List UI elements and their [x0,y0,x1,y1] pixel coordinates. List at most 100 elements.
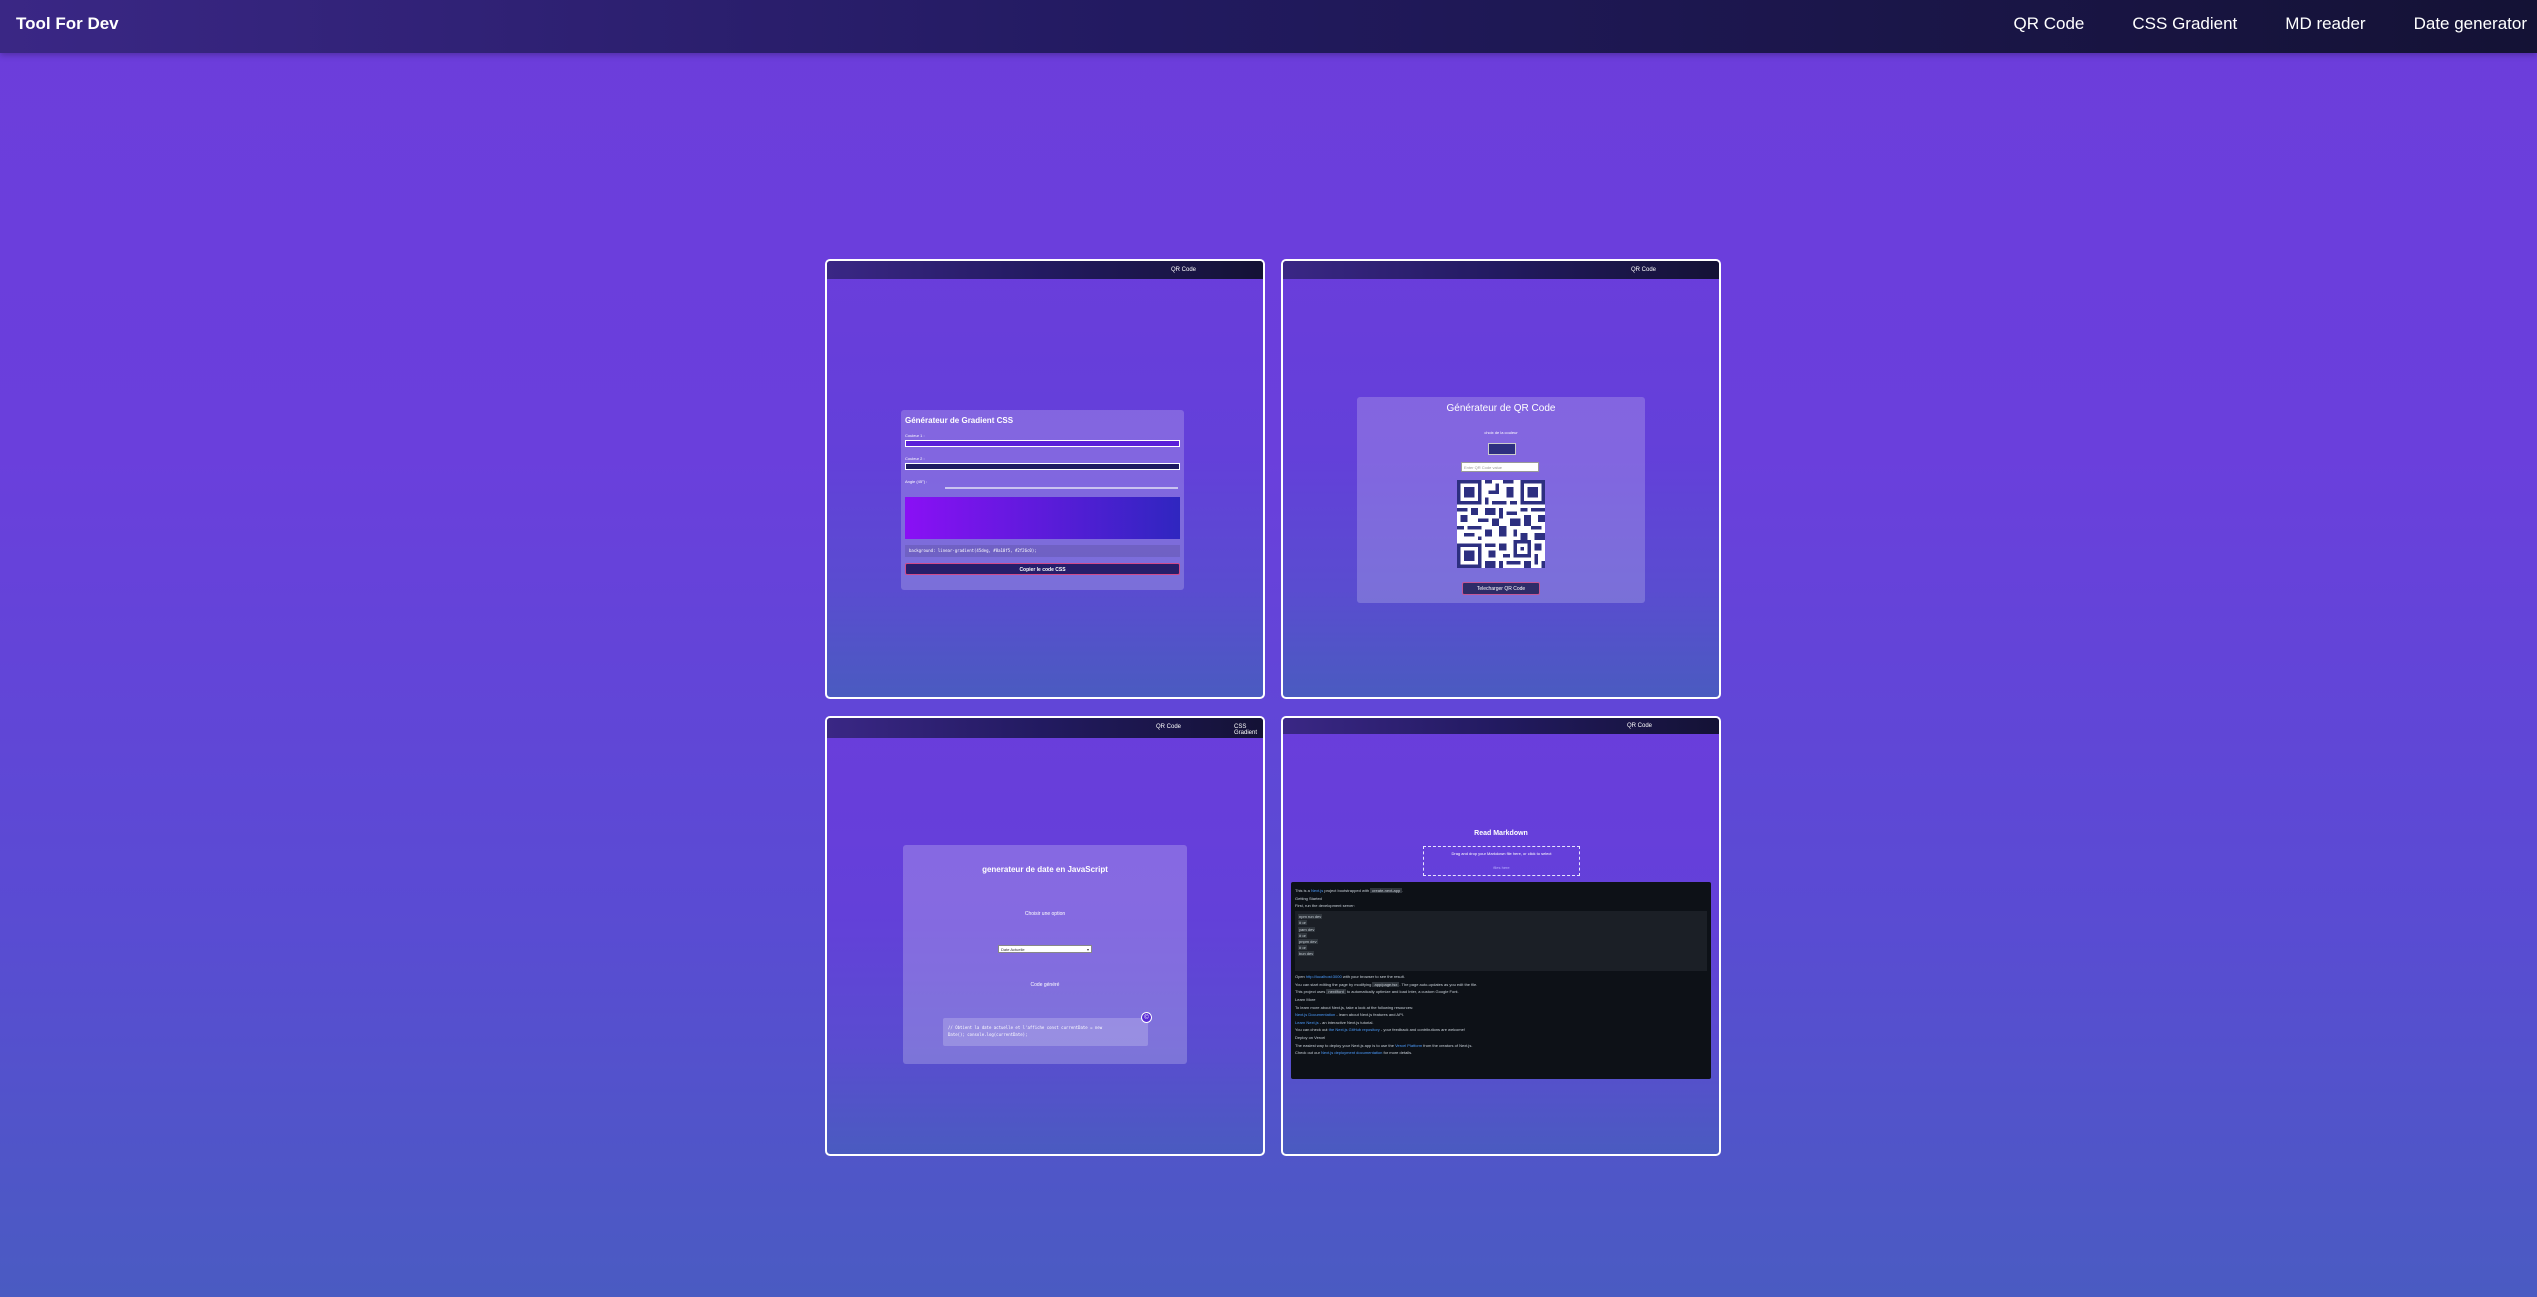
copy-code-icon[interactable]: © [1141,1012,1152,1023]
text: You can start editing the page by modify… [1295,981,1373,987]
markdown-dropzone[interactable]: Drag and drop your Markdown file here, o… [1423,846,1580,876]
mini-nav-link-qr-code: QR Code [1171,267,1197,273]
doc-paragraph: Check out our Next.js deployment documen… [1295,1050,1707,1055]
doc-code-block: npm run dev # or yarn dev # or pnpm dev … [1295,911,1707,972]
doc-paragraph: The easiest way to deploy your Next.js a… [1295,1043,1707,1048]
mini-nav-link-qr-code: QR Code [1631,267,1657,273]
generated-code-block: // Obtient la date actuelle et l'affiche… [943,1018,1148,1046]
qr-color-picker[interactable] [1488,443,1516,455]
code-line: # or [1298,932,1307,938]
inline-code: app/page.tsx [1372,981,1400,987]
doc-paragraph: This project uses next/font to automatic… [1295,989,1707,995]
text: Check out our [1295,1050,1322,1056]
link-nextjs-docs[interactable]: Next.js Documentation [1295,1012,1335,1017]
qr-value-input[interactable]: Enter QR Code value [1461,462,1539,472]
color2-input[interactable] [905,463,1180,470]
code-line: Date(); console.log(currentDate); [948,1032,1028,1037]
qr-title: Générateur de QR Code [1446,403,1556,414]
doc-paragraph: First, run the development server: [1295,903,1355,909]
text: The easiest way to deploy your Next.js a… [1295,1042,1396,1048]
color1-input[interactable] [905,440,1180,447]
text: This is a [1295,888,1312,893]
doc-intro: This is a Next.js project bootstrapped w… [1295,888,1707,893]
code-line: bun dev [1298,951,1315,957]
top-navbar: Tool For Dev QR Code CSS Gradient MD rea… [0,0,2537,53]
doc-paragraph: You can start editing the page by modify… [1295,981,1707,987]
nav-link-date-generator[interactable]: Date generator [2414,14,2527,34]
date-generator-panel: generateur de date en JavaScript Choisir… [903,845,1187,1064]
text: project bootstrapped with [1323,888,1371,893]
link-nextjs[interactable]: Next.js [1311,888,1323,893]
link-vercel[interactable]: Vercel Platform [1395,1043,1422,1048]
copy-css-button[interactable]: Copier le code CSS [905,563,1180,575]
code-line: // Obtient la date actuelle et l'affiche… [948,1025,1103,1030]
text: Open [1295,974,1306,980]
angle-label: Angle (45°) : [905,479,928,484]
gradient-generator-panel: Générateur de Gradient CSS Couleur 1 : C… [901,410,1184,590]
text: - an interactive Next.js tutorial. [1318,1019,1374,1025]
card-mini-navbar: QR Code [827,261,1263,279]
main-nav: QR Code CSS Gradient MD reader Date gene… [1966,14,2527,34]
code-line: # or [1298,920,1307,926]
mini-nav-link-qr-code: QR Code [1156,724,1182,730]
dropzone-subtext: files here [1493,865,1510,870]
preview-card-date-generator[interactable]: QR Code CSS Gradient generateur de date … [825,716,1265,1156]
code-line: pnpm dev [1298,938,1318,944]
doc-paragraph: You can check out the Next.js GitHub rep… [1295,1027,1707,1032]
angle-slider[interactable] [945,487,1178,489]
code-line: yarn dev [1298,926,1316,932]
text: from the creators of Next.js. [1422,1042,1473,1048]
brand-logo-text[interactable]: Tool For Dev [16,14,119,34]
text: with your browser to see the result. [1341,974,1405,980]
preview-card-qr-code[interactable]: QR Code Générateur de QR Code choix de l… [1281,259,1721,699]
gradient-preview [905,497,1180,539]
text: You can check out [1295,1027,1329,1033]
link-learn-nextjs[interactable]: Learn Next.js [1295,1020,1319,1025]
date-option-selected: Date Actuelle [1001,947,1025,952]
text: - learn about Next.js features and API. [1335,1012,1404,1018]
text: - your feedback and contributions are we… [1379,1027,1465,1033]
color1-label: Couleur 1 : [905,433,925,438]
doc-heading: Learn More [1295,996,1316,1002]
code-line: npm run dev [1298,914,1323,920]
doc-paragraph: To learn more about Next.js, take a look… [1295,1004,1414,1010]
nav-link-css-gradient[interactable]: CSS Gradient [2132,14,2237,34]
preview-card-css-gradient[interactable]: QR Code Générateur de Gradient CSS Coule… [825,259,1265,699]
mini-nav-link-qr-code: QR Code [1627,723,1653,729]
qr-code-image [1457,480,1545,568]
card-mini-navbar: QR Code [1283,718,1719,734]
doc-list-item: Learn Next.js - an interactive Next.js t… [1295,1020,1707,1025]
choose-option-label: Choisir une option [1024,911,1066,917]
chevron-down-icon: ▾ [1086,947,1089,952]
link-deploy-docs[interactable]: Next.js deployment documentation [1321,1050,1382,1055]
css-code-output: background: linear-gradient(45deg, #8a10… [905,545,1180,557]
dropzone-text: Drag and drop your Markdown file here, o… [1451,851,1552,856]
link-github[interactable]: the Next.js GitHub repository [1329,1027,1380,1032]
doc-paragraph: Open http://localhost:3000 with your bro… [1295,974,1707,979]
generated-code-label: Code généré [1030,982,1060,988]
markdown-rendered-document: This is a Next.js project bootstrapped w… [1291,882,1711,1079]
nav-link-md-reader[interactable]: MD reader [2285,14,2365,34]
text: . The page auto-updates as you edit the … [1399,981,1478,987]
card-mini-navbar: QR Code [1283,261,1719,279]
link-localhost[interactable]: http://localhost:3000 [1306,974,1342,979]
doc-heading: Deploy on Vercel [1295,1034,1326,1040]
qr-generator-panel: Générateur de QR Code choix de la couleu… [1357,397,1645,603]
doc-heading: Getting Started [1295,895,1322,901]
card-mini-navbar: QR Code CSS Gradient [827,718,1263,738]
text: . [1402,888,1404,893]
date-option-select[interactable]: Date Actuelle ▾ [998,945,1092,953]
text: This project uses [1295,989,1327,995]
qr-color-label: choix de la couleur [1484,430,1518,435]
text: to automatically optimize and load Inter… [1345,989,1459,995]
inline-code: create-next-app [1370,888,1403,893]
doc-list-item: Next.js Documentation - learn about Next… [1295,1012,1707,1017]
preview-card-md-reader[interactable]: QR Code Read Markdown Drag and drop your… [1281,716,1721,1156]
gradient-title: Générateur de Gradient CSS [905,416,1014,425]
mini-nav-link-css-gradient: CSS Gradient [1234,724,1258,736]
color2-label: Couleur 2 : [905,456,925,461]
download-qr-button[interactable]: Telecharger QR Code [1462,582,1540,595]
markdown-title: Read Markdown [1474,830,1528,837]
nav-link-qr-code[interactable]: QR Code [2014,14,2085,34]
inline-code: next/font [1326,989,1346,995]
